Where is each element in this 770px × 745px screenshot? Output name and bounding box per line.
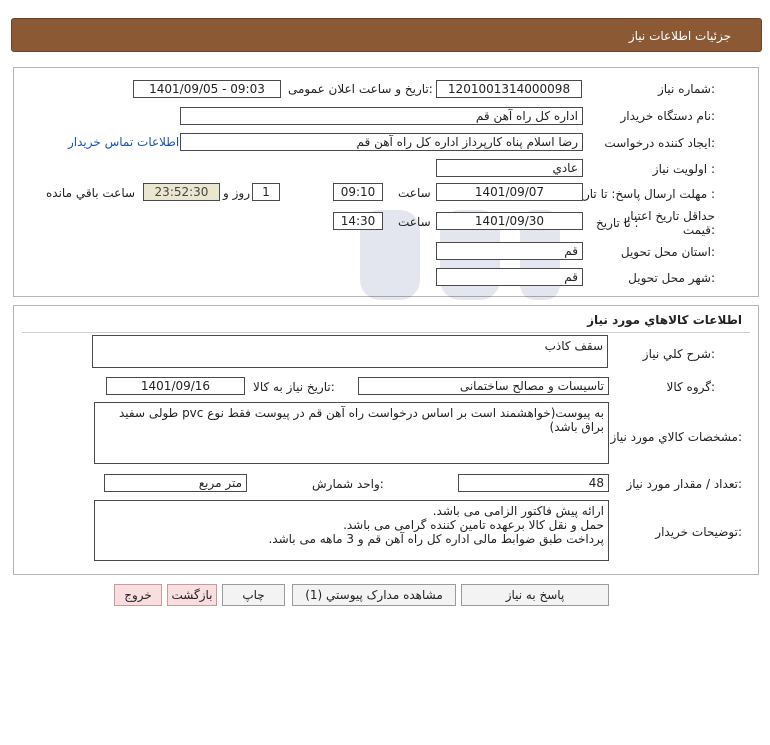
priority-label: اولويت نياز : <box>652 162 715 176</box>
need-number-label: شماره نياز: <box>657 82 715 96</box>
buyer-org-label: نام دستگاه خريدار: <box>620 109 716 123</box>
validity-time-label: ساعت <box>398 215 431 229</box>
general-description-field: سقف کاذب <box>92 335 608 368</box>
buyer-notes-line: ارائه پیش فاکتور الزامی می باشد. <box>432 504 604 518</box>
need-number-field: 1201001314000098 <box>436 80 582 98</box>
city-label: شهر محل تحويل: <box>628 271 715 285</box>
view-attachments-button[interactable]: مشاهده مدارک پيوستي (1) <box>292 584 456 606</box>
goods-group-label: گروه کالا: <box>666 380 716 394</box>
remaining-time-label: ساعت باقي مانده <box>46 186 136 200</box>
page-title: جزئيات اطلاعات نياز <box>628 29 731 43</box>
exit-button[interactable]: خروج <box>114 584 162 606</box>
deadline-time-field: 09:10 <box>333 183 383 201</box>
days-label: روز و <box>223 186 250 200</box>
general-description-label: شرح کلي نياز: <box>642 347 715 361</box>
unit-label: واحد شمارش: <box>312 477 384 491</box>
need-info-panel <box>13 67 759 297</box>
print-button[interactable]: چاپ <box>222 584 285 606</box>
buyer-org-field: اداره کل راه آهن قم <box>180 107 583 125</box>
reply-button[interactable]: پاسخ به نياز <box>461 584 609 606</box>
buyer-notes-line: پرداخت طبق ضوابط مالی اداره کل راه آهن ق… <box>268 532 604 546</box>
deadline-time-label: ساعت <box>398 186 431 200</box>
buyer-notes-line: حمل و نقل کالا برعهده تامین کننده گرامی … <box>343 518 604 532</box>
quantity-field: 48 <box>458 474 609 492</box>
goods-section-title: اطلاعات کالاهاي مورد نياز <box>587 313 742 327</box>
request-creator-field: رضا اسلام پناه کارپرداز اداره کل راه آهن… <box>180 133 583 151</box>
validity-time-field: 14:30 <box>333 212 383 230</box>
deadline-label: مهلت ارسال پاسخ: تا تاريخ : <box>572 187 715 201</box>
unit-field: متر مربع <box>104 474 247 492</box>
need-date-label: تاريخ نياز به کالا: <box>253 380 335 394</box>
section-divider <box>22 332 750 333</box>
announce-datetime-field: 1401/09/05 - 09:03 <box>133 80 281 98</box>
need-date-field: 1401/09/16 <box>106 377 245 395</box>
remaining-time-field: 23:52:30 <box>143 183 220 201</box>
quantity-label: تعداد / مقدار مورد نياز: <box>626 477 742 491</box>
city-field: قم <box>436 268 583 286</box>
remaining-days-field: 1 <box>252 183 280 201</box>
province-label: استان محل تحويل: <box>620 245 715 259</box>
request-creator-label: ايجاد کننده درخواست: <box>604 136 715 150</box>
announce-datetime-label: تاريخ و ساعت اعلان عمومی: <box>288 82 433 96</box>
buyer-notes-field: ارائه پیش فاکتور الزامی می باشد. حمل و ن… <box>94 500 609 561</box>
goods-specs-field: به پیوست(خواهشمند است بر اساس درخواست را… <box>94 402 609 464</box>
validity-date-field: 1401/09/30 <box>436 212 583 230</box>
deadline-date-field: 1401/09/07 <box>436 183 583 201</box>
province-field: قم <box>436 242 583 260</box>
buyer-notes-label: توضيحات خريدار: <box>655 525 742 539</box>
goods-group-field: تاسيسات و مصالح ساختمانی <box>358 377 609 395</box>
goods-specs-label: مشخصات کالاي مورد نياز: <box>610 430 742 444</box>
validity-to-label: تا تاريخ : <box>596 216 639 230</box>
page-header: جزئيات اطلاعات نياز <box>11 18 762 52</box>
validity-label-line2: قيمت: <box>682 223 715 237</box>
priority-field: عادي <box>436 159 583 177</box>
back-button[interactable]: بازگشت <box>167 584 217 606</box>
buyer-contact-link[interactable]: اطلاعات تماس خريدار <box>68 135 179 149</box>
